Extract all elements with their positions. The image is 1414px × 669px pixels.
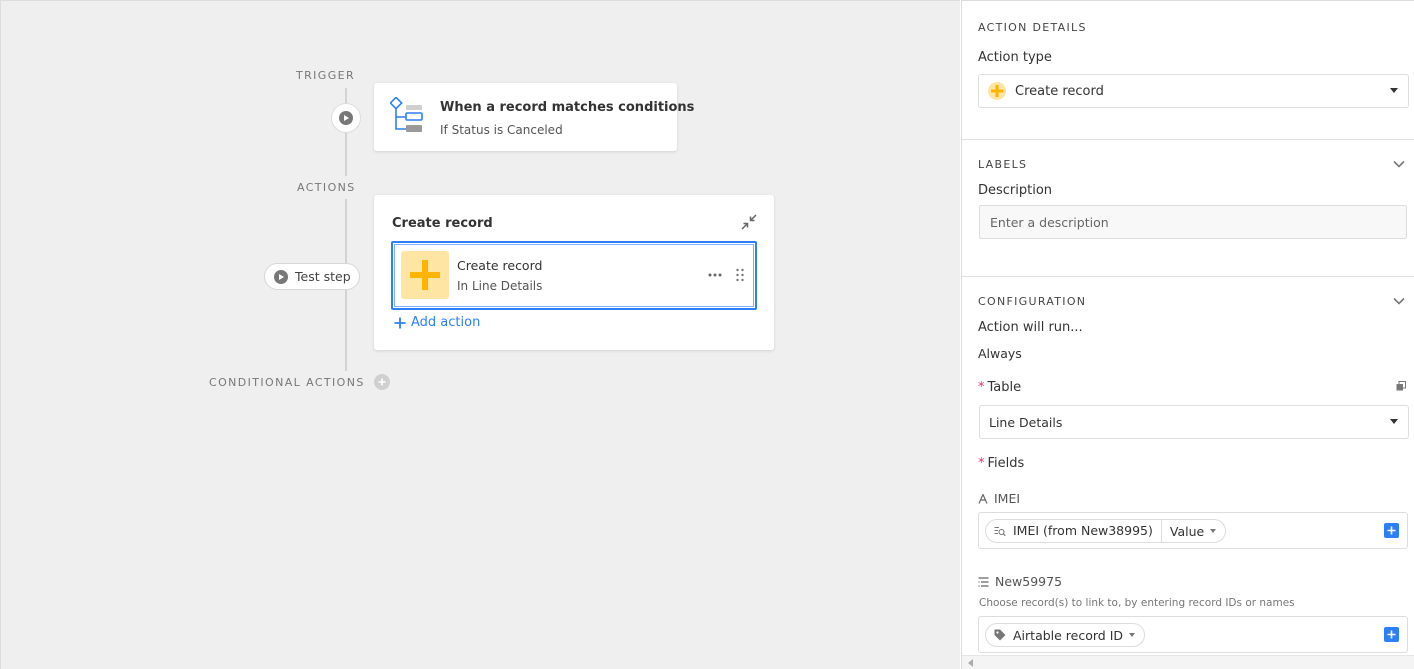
drag-handle-icon[interactable] (735, 267, 745, 283)
action-item-subtitle: In Line Details (457, 279, 543, 293)
horizontal-scrollbar[interactable] (962, 655, 1414, 669)
configuration-section-title: CONFIGURATION (978, 295, 1087, 308)
field-new-label: New59975 (978, 574, 1062, 589)
add-conditional-action-button[interactable] (374, 374, 390, 390)
actions-section-label: ACTIONS (297, 181, 356, 194)
divider (962, 139, 1414, 140)
field-imei-input[interactable]: IMEI (from New38995) Value (978, 512, 1408, 549)
table-value: Line Details (989, 414, 1063, 430)
imei-token-mode: Value (1169, 523, 1205, 539)
trigger-card[interactable]: When a record matches conditions If Stat… (374, 83, 694, 151)
action-details-panel: ACTION DETAILS Action type Create record… (961, 0, 1414, 669)
trigger-section-label: TRIGGER (296, 69, 356, 82)
chevron-down-icon[interactable] (1392, 157, 1406, 171)
play-icon (339, 111, 353, 125)
action-type-select[interactable]: Create record (978, 74, 1409, 108)
lookup-field-icon (994, 526, 1006, 536)
field-new-input[interactable]: Airtable record ID (978, 616, 1408, 653)
action-type-value: Create record (1015, 83, 1104, 99)
automation-canvas: TRIGGER When a record matches conditions… (0, 0, 960, 669)
labels-section-title: LABELS (978, 158, 1028, 171)
dropdown-caret-icon (1390, 88, 1398, 93)
plus-icon (1387, 526, 1396, 535)
action-type-label: Action type (978, 50, 1052, 65)
create-record-icon (401, 251, 449, 299)
actions-group-title: Create record (392, 216, 493, 231)
more-options-icon[interactable] (707, 267, 723, 283)
action-item-title: Create record (457, 258, 543, 273)
table-select[interactable]: Line Details (979, 405, 1409, 439)
insert-field-button[interactable] (1384, 523, 1399, 538)
plus-icon (394, 317, 406, 328)
action-details-title: ACTION DETAILS (978, 21, 1087, 34)
imei-token-label: IMEI (from New38995) (1013, 520, 1162, 542)
add-action-label: Add action (411, 315, 481, 330)
open-table-icon[interactable] (1396, 381, 1406, 391)
action-will-run-value: Always (978, 346, 1022, 361)
actions-group-card: Create record Create record In Line Deta… (374, 195, 774, 350)
conditional-actions-label: CONDITIONAL ACTIONS (209, 376, 365, 389)
trigger-title: When a record matches conditions (440, 100, 695, 115)
conditions-tree-icon (390, 97, 423, 132)
scroll-left-icon[interactable] (968, 659, 973, 667)
insert-field-button[interactable] (1384, 627, 1399, 642)
plus-icon (378, 378, 386, 386)
description-input[interactable] (979, 205, 1407, 239)
tag-icon (994, 629, 1006, 641)
collapse-icon[interactable] (740, 213, 758, 231)
text-field-icon (978, 493, 988, 504)
dropdown-caret-icon (1129, 633, 1136, 637)
record-id-token-label: Airtable record ID (1013, 627, 1124, 643)
chevron-down-icon[interactable] (1392, 294, 1406, 308)
linked-record-icon (978, 576, 989, 587)
plus-icon (1387, 630, 1396, 639)
divider (962, 276, 1414, 277)
run-trigger-button[interactable] (331, 103, 361, 133)
create-record-icon (988, 82, 1006, 100)
play-icon (274, 269, 288, 284)
action-item-create-record[interactable]: Create record In Line Details (391, 241, 757, 310)
table-label: * Table (978, 380, 1022, 395)
dropdown-caret-icon (1210, 529, 1217, 533)
record-id-token[interactable]: Airtable record ID (985, 623, 1146, 647)
field-new-help-text: Choose record(s) to link to, by entering… (979, 597, 1295, 609)
imei-token[interactable]: IMEI (from New38995) Value (985, 519, 1227, 543)
field-imei-label: IMEI (978, 491, 1020, 506)
test-step-button[interactable]: Test step (264, 263, 360, 290)
action-will-run-label: Action will run... (978, 320, 1083, 335)
fields-label: * Fields (978, 456, 1025, 471)
dropdown-caret-icon (1390, 419, 1398, 424)
description-label: Description (978, 183, 1053, 198)
test-step-label: Test step (295, 269, 351, 284)
trigger-subtitle: If Status is Canceled (440, 123, 563, 137)
add-action-button[interactable]: Add action (394, 315, 480, 330)
